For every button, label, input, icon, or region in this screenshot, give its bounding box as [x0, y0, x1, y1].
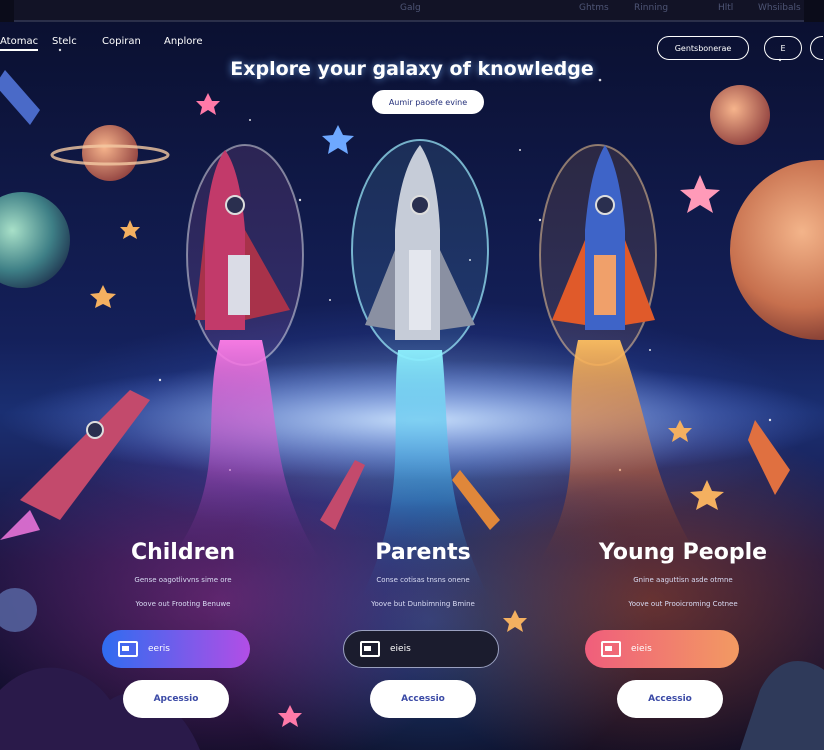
parents-entry-bar[interactable]: eieis [343, 630, 499, 668]
card-icon [601, 641, 621, 657]
star-icon [322, 125, 354, 154]
planet-icon [730, 160, 824, 340]
column-subtext: Gense oagotlivvns sime ore [134, 576, 232, 584]
column-subtext: Yoove out Frooting Benuwe [135, 600, 231, 608]
planet-icon [0, 192, 70, 288]
entry-bar-label: eieis [390, 644, 411, 654]
nav-link[interactable]: Copiran [102, 36, 141, 47]
page-title: Explore your galaxy of knowledge [230, 58, 594, 80]
column-title-young-people: Young People [598, 540, 768, 565]
card-icon [118, 641, 138, 657]
entry-bar-label: eeris [148, 644, 170, 654]
cloud-shape [740, 661, 824, 750]
column-subtext: Yoove but Dunbimning Bmine [371, 600, 475, 608]
planet-icon [0, 588, 37, 632]
nav-link[interactable]: Stelc [52, 36, 77, 47]
column-title-children: Children [130, 540, 236, 565]
header-action-button[interactable]: Gentsbonerae [657, 36, 749, 60]
planet-icon [710, 85, 770, 145]
nav-link[interactable]: Anplore [164, 36, 202, 47]
nav-link-home[interactable]: Atomac [0, 36, 39, 51]
column-subtext: Gnine aaguttisn asde otmne [633, 576, 733, 584]
card-icon [360, 641, 380, 657]
column-title-parents: Parents [375, 540, 471, 565]
header-small-button[interactable]: E [764, 36, 802, 60]
young-people-entry-bar[interactable]: eieis [585, 630, 739, 668]
planet-icon [50, 125, 170, 181]
young-people-access-button[interactable]: Accessio [617, 680, 723, 718]
column-subtext: Yoove out Prooicroming Cotnee [628, 600, 738, 608]
star-icon [680, 175, 720, 213]
children-access-button[interactable]: Apcessio [123, 680, 229, 718]
parents-access-button[interactable]: Accessio [370, 680, 476, 718]
children-entry-bar[interactable]: eeris [102, 630, 250, 668]
column-subtext: Conse cotisas tnsns onene [376, 576, 470, 584]
hero-cta-button[interactable]: Aumir paoefe evine [372, 90, 484, 114]
entry-bar-label: eieis [631, 644, 652, 654]
